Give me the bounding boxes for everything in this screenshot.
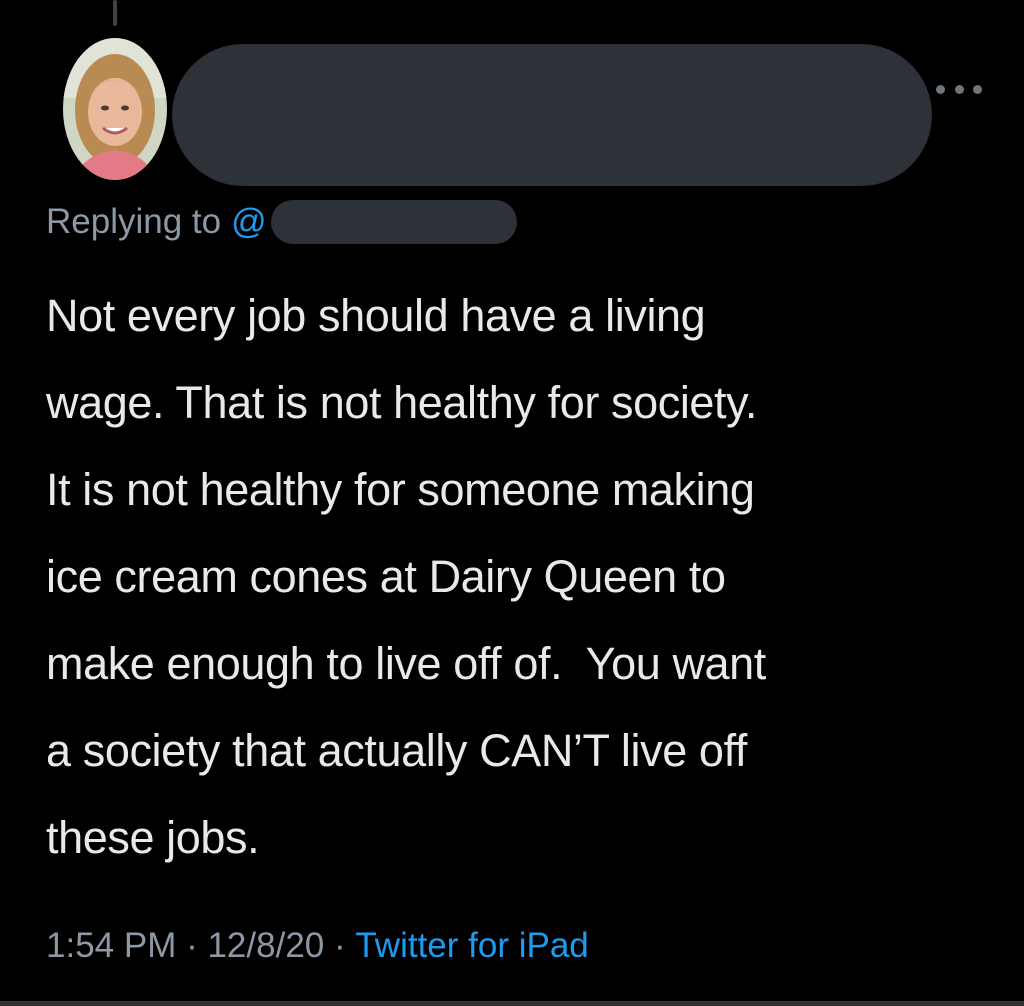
tweet-text-line: ice cream cones at Dairy Queen to <box>46 551 726 602</box>
more-horizontal-icon-dot <box>973 84 982 94</box>
avatar[interactable] <box>63 38 167 180</box>
more-options-button[interactable] <box>936 80 982 98</box>
replying-to-row: Replying to @ <box>46 198 517 246</box>
redacted-handle <box>270 200 517 244</box>
tweet-text-line: wage. That is not healthy for society. <box>46 377 758 428</box>
meta-separator: · <box>176 926 208 965</box>
tweet-text-line: a society that actually CAN’T live off <box>46 725 747 776</box>
meta-separator: · <box>324 926 356 965</box>
tweet-text-line: Not every job should have a living <box>46 290 706 341</box>
tweet-text-line: these jobs. <box>46 812 260 863</box>
redacted-display-name <box>172 44 932 186</box>
more-horizontal-icon <box>936 84 945 94</box>
tweet-metadata: 1:54 PM · 12/8/20 · Twitter for iPad <box>46 922 589 970</box>
thread-connector-line <box>113 0 117 26</box>
tweet-text: Not every job should have a living wage.… <box>46 272 1006 881</box>
tweet-text-line: It is not healthy for someone making <box>46 464 755 515</box>
more-horizontal-icon-dot <box>954 84 964 94</box>
tweet-date[interactable]: 12/8/20 <box>207 926 324 966</box>
avatar-photo <box>63 38 167 180</box>
replying-to-handle-link[interactable]: @ <box>231 202 267 242</box>
divider <box>0 1001 1024 1006</box>
tweet-source-link[interactable]: Twitter for iPad <box>355 926 588 966</box>
tweet-text-line: make enough to live off of. You want <box>46 638 766 689</box>
replying-to-label: Replying to <box>46 202 222 241</box>
tweet-time[interactable]: 1:54 PM <box>46 926 176 966</box>
